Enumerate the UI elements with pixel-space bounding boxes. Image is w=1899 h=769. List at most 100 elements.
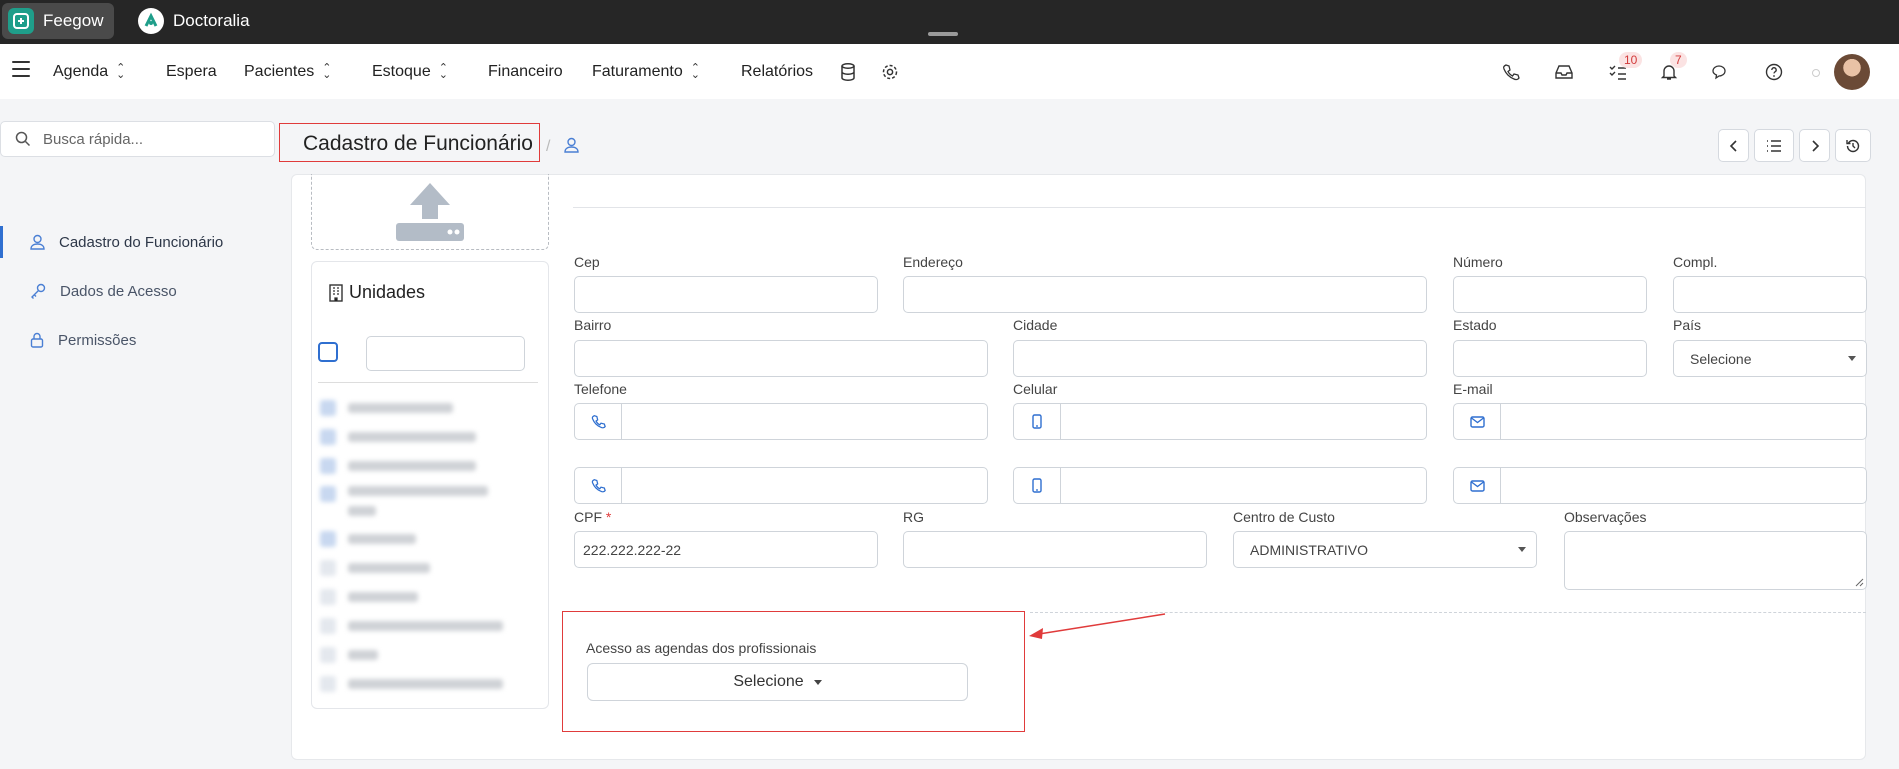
unit-item[interactable] <box>320 531 416 547</box>
sort-caret-icon: ⌃ ⌄ <box>116 61 126 81</box>
section-divider <box>573 207 1866 208</box>
unit-item[interactable] <box>320 486 488 526</box>
key-icon <box>31 283 46 299</box>
cpf-input[interactable]: 222.222.222-22 <box>574 531 878 568</box>
rg-label: RG <box>903 509 924 525</box>
nav-faturamento[interactable]: Faturamento ⌃ ⌄ <box>592 44 700 99</box>
history-icon <box>1846 139 1860 152</box>
unit-item[interactable] <box>320 560 430 576</box>
help-icon[interactable] <box>1763 61 1785 83</box>
unit-item[interactable] <box>320 676 503 692</box>
unit-item[interactable] <box>320 647 378 663</box>
user-icon <box>30 234 45 250</box>
cep-input[interactable] <box>574 276 878 313</box>
celular-input[interactable] <box>1013 403 1427 440</box>
app-tab-label: Doctoralia <box>173 11 250 30</box>
telefone-input[interactable] <box>574 403 988 440</box>
bell-icon[interactable]: 7 <box>1658 52 1687 83</box>
nav-label: Agenda <box>53 62 109 80</box>
units-panel: Unidades <box>311 261 549 709</box>
phone-icon <box>575 468 622 503</box>
pais-label: País <box>1673 317 1702 333</box>
dropdown-caret-icon <box>813 679 822 685</box>
estado-input[interactable] <box>1453 340 1647 377</box>
nav-label: Estoque <box>372 62 431 80</box>
unit-item[interactable] <box>320 429 476 445</box>
units-title-label: Unidades <box>349 282 426 302</box>
sidebar-item-label: Dados de Acesso <box>60 282 177 300</box>
list-button[interactable] <box>1754 129 1794 162</box>
required-mark: * <box>605 509 612 525</box>
envelope-icon <box>1454 404 1501 439</box>
previous-button[interactable] <box>1718 129 1749 162</box>
nav-estoque[interactable]: Estoque ⌃ ⌄ <box>372 44 448 99</box>
drag-handle[interactable] <box>928 32 958 36</box>
status-dot <box>1812 69 1820 77</box>
hamburger-menu-icon[interactable] <box>12 61 30 77</box>
unit-item[interactable] <box>320 589 418 605</box>
centro-custo-select[interactable]: ADMINISTRATIVO <box>1233 531 1537 568</box>
annotation-arrow <box>1029 613 1166 639</box>
units-filter-input[interactable] <box>366 336 525 371</box>
inbox-icon[interactable] <box>1553 61 1575 83</box>
avatar[interactable] <box>1834 54 1870 90</box>
nav-espera[interactable]: Espera <box>166 44 217 99</box>
breadcrumb-user-icon[interactable] <box>564 137 579 158</box>
app-switcher-bar: Feegow Doctoralia <box>0 0 1899 44</box>
centro-custo-value: ADMINISTRATIVO <box>1250 541 1368 558</box>
centro-custo-label: Centro de Custo <box>1233 509 1335 525</box>
app-tab-doctoralia[interactable]: Doctoralia <box>132 3 272 39</box>
unit-item[interactable] <box>320 400 453 416</box>
mobile-icon <box>1014 468 1061 503</box>
units-title: Unidades <box>328 282 425 303</box>
history-button[interactable] <box>1835 129 1871 162</box>
phone-icon[interactable] <box>1500 61 1522 83</box>
unit-item[interactable] <box>320 458 476 474</box>
celular2-input[interactable] <box>1013 467 1427 504</box>
chevron-left-icon <box>1729 139 1737 152</box>
next-button[interactable] <box>1799 129 1830 162</box>
estado-label: Estado <box>1453 317 1497 333</box>
observacoes-textarea[interactable] <box>1564 531 1867 590</box>
quick-search[interactable]: Busca rápida... <box>0 121 275 157</box>
compl-input[interactable] <box>1673 276 1867 313</box>
tasks-icon[interactable]: 10 <box>1607 52 1643 83</box>
nav-label: Faturamento <box>592 62 683 80</box>
gear-icon[interactable] <box>879 61 901 83</box>
nav-agenda[interactable]: Agenda ⌃ ⌄ <box>53 44 125 99</box>
sidebar-item-dados-acesso[interactable]: Dados de Acesso <box>0 275 275 307</box>
pais-select[interactable]: Selecione <box>1673 340 1867 377</box>
app-tab-feegow[interactable]: Feegow <box>2 3 114 39</box>
select-all-units-checkbox[interactable] <box>318 342 338 362</box>
email-input[interactable] <box>1453 403 1867 440</box>
pais-select-value: Selecione <box>1690 350 1752 367</box>
nav-label: Relatórios <box>741 62 814 80</box>
app-tab-label: Feegow <box>43 11 104 30</box>
agendas-access-select[interactable]: Selecione <box>587 663 968 701</box>
sidebar-item-permissoes[interactable]: Permissões <box>0 324 275 356</box>
list-icon <box>1767 139 1781 152</box>
lock-icon <box>30 332 44 348</box>
sidebar-item-cadastro[interactable]: Cadastro do Funcionário <box>0 226 275 258</box>
numero-input[interactable] <box>1453 276 1647 313</box>
bairro-input[interactable] <box>574 340 988 377</box>
nav-pacientes[interactable]: Pacientes ⌃ ⌄ <box>244 44 331 99</box>
nav-relatorios[interactable]: Relatórios <box>741 44 813 99</box>
photo-upload-area[interactable] <box>311 174 549 250</box>
endereco-input[interactable] <box>903 276 1427 313</box>
nav-label: Financeiro <box>488 62 563 80</box>
chat-icon[interactable] <box>1710 61 1732 83</box>
cidade-input[interactable] <box>1013 340 1427 377</box>
cpf-label: CPF * <box>574 509 611 525</box>
resize-grip-icon[interactable] <box>1854 577 1864 587</box>
nav-financeiro[interactable]: Financeiro <box>488 44 563 99</box>
search-placeholder: Busca rápida... <box>43 130 144 148</box>
mobile-icon <box>1014 404 1061 439</box>
breadcrumb-separator: / <box>546 138 551 155</box>
database-icon[interactable] <box>837 61 859 83</box>
unit-item[interactable] <box>320 618 503 634</box>
telefone2-input[interactable] <box>574 467 988 504</box>
rg-input[interactable] <box>903 531 1207 568</box>
email2-input[interactable] <box>1453 467 1867 504</box>
compl-label: Compl. <box>1673 254 1718 270</box>
